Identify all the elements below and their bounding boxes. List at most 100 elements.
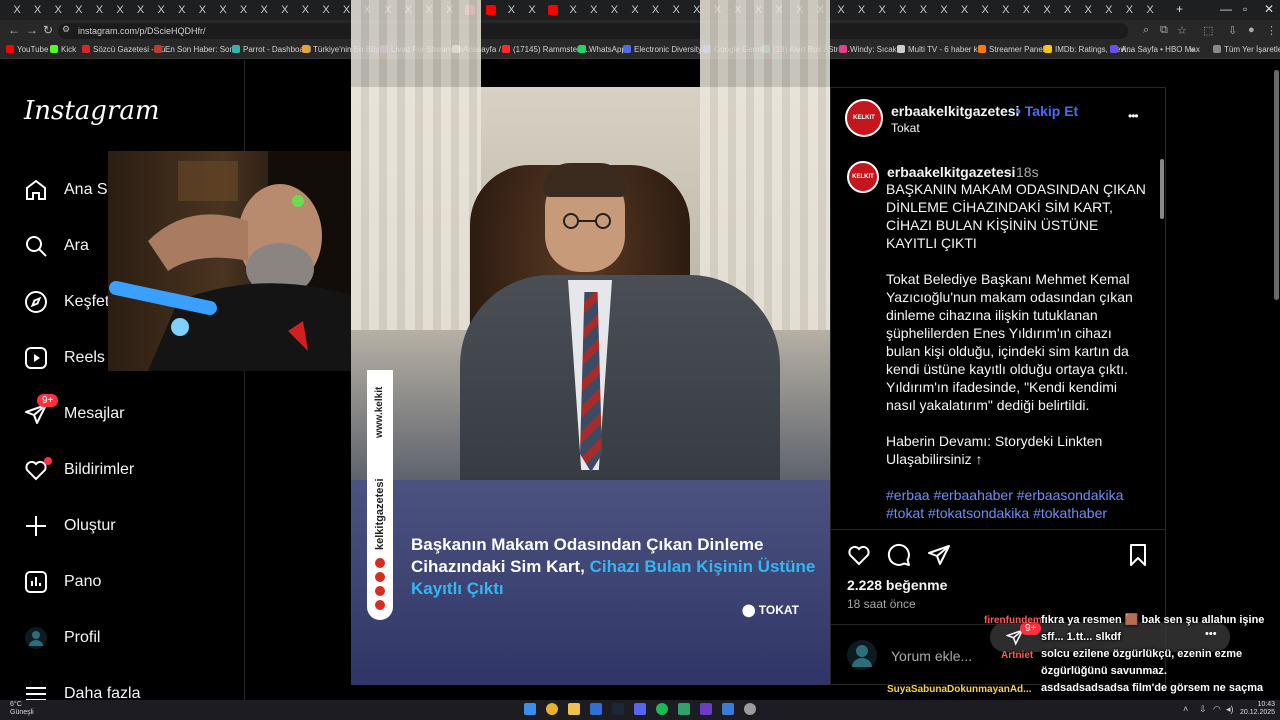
browser-tab[interactable]: X [257,3,271,17]
caption-hashtags[interactable]: #erbaa #erbaahaber #erbaasondakika #toka… [886,486,1146,522]
maximize-icon[interactable]: ▫ [1243,2,1247,16]
site-info-icon[interactable]: ⚙ [62,24,70,35]
browser-tab[interactable]: X [72,3,86,17]
nav-create[interactable]: Oluştur [24,512,116,540]
bookmark-item[interactable]: Kick [50,44,76,56]
page-scrollbar-thumb[interactable] [1274,70,1279,300]
minimize-icon[interactable]: — [1220,2,1232,16]
browser-tab[interactable]: X [999,3,1013,17]
bookmark-item[interactable]: Ana Sayfa • HBO Max [1110,44,1200,56]
bookmark-item[interactable]: Electronic Diversity... [623,44,708,56]
app-icon-4[interactable] [722,703,734,715]
browser-tab[interactable]: X [1143,3,1157,17]
comment-input[interactable]: Yorum ekle... [891,648,972,664]
install-icon[interactable]: ⧉ [1160,24,1168,37]
browser-tab[interactable]: X [566,3,580,17]
tray-chevron-icon[interactable]: ˄ [1183,704,1188,714]
share-icon[interactable] [927,543,951,572]
extensions-icon[interactable]: ⬚ [1203,24,1213,37]
obs-icon[interactable] [744,703,756,715]
caption-username[interactable]: erbaakelkitgazetesi [887,164,1015,180]
browser-tab[interactable]: X [1081,3,1095,17]
discord-icon[interactable] [634,703,646,715]
bookmark-item[interactable]: Multi TV - 6 haber k... [897,44,984,56]
back-icon[interactable]: ← [8,23,20,37]
bookmarks-overflow-icon[interactable]: » [1190,44,1194,56]
weather-widget[interactable]: 6°C Güneşli [10,701,34,717]
browser-tab[interactable]: X [834,3,848,17]
browser-tab[interactable]: X [958,3,972,17]
browser-tab[interactable]: X [134,3,148,17]
forward-icon[interactable]: → [26,23,38,37]
nav-notifications[interactable]: Bildirimler [24,456,134,484]
browser-tab[interactable]: X [525,3,539,17]
profile-icon[interactable]: ● [1248,24,1255,36]
caption-avatar[interactable]: KELKIT [847,161,879,193]
bookmark-item[interactable]: Windy: Sıcaklık [839,44,905,56]
url-field[interactable]: instagram.com/p/DScieHQDHfr/ [58,23,1128,39]
reload-icon[interactable]: ↻ [43,23,53,37]
bookmark-item[interactable]: WhatsApp [578,44,626,56]
browser-tab[interactable]: X [1122,3,1136,17]
bookmark-item[interactable]: YouTube [6,44,48,56]
browser-tab[interactable]: X [31,3,45,17]
spotify-icon[interactable] [656,703,668,715]
likes-count[interactable]: 2.228 beğenme [847,577,947,593]
app-icon[interactable] [590,703,602,715]
file-explorer-icon[interactable] [568,703,580,715]
author-avatar[interactable]: KELKIT [845,99,883,137]
bookmark-item[interactable]: Streamer Panel [978,44,1045,56]
browser-tab[interactable]: X [937,3,951,17]
browser-tab[interactable]: X [298,3,312,17]
browser-tab[interactable]: X [649,3,663,17]
save-bookmark-icon[interactable] [1126,543,1150,572]
browser-tab[interactable]: X [195,3,209,17]
start-icon[interactable] [524,703,536,715]
browser-tab[interactable]: X [10,3,24,17]
browser-tab[interactable]: X [1102,3,1116,17]
nav-reels[interactable]: Reels [24,344,105,372]
close-window-icon[interactable]: ✕ [1264,2,1274,16]
chrome-icon[interactable] [546,703,558,715]
system-clock[interactable]: 10:43 20.12.2025 [1240,701,1275,717]
volume-icon[interactable]: ◂) [1226,704,1234,715]
nav-messages[interactable]: 9+ Mesajlar [24,394,124,428]
zoom-icon[interactable]: ⌕ [1143,24,1149,37]
browser-tab[interactable]: X [1061,3,1075,17]
post-location[interactable]: Tokat [891,121,920,135]
caption-scrollbar[interactable] [1159,151,1165,529]
browser-tab[interactable]: X [587,3,601,17]
app-icon-2[interactable] [678,703,690,715]
steam-icon[interactable] [612,703,624,715]
browser-tab[interactable]: X [1040,3,1054,17]
page-scrollbar[interactable] [1273,60,1280,700]
comment-icon[interactable] [887,543,911,572]
browser-tab[interactable]: X [92,3,106,17]
wifi-icon[interactable]: ◠ [1213,704,1221,715]
browser-tab[interactable]: X [1019,3,1033,17]
bookmark-item[interactable]: En Son Haber: Son... [154,44,241,56]
browser-tab[interactable]: X [855,3,869,17]
like-icon[interactable] [847,543,871,572]
browser-tab[interactable]: X [896,3,910,17]
instagram-logo[interactable]: Instagram [24,96,160,126]
browser-menu-icon[interactable]: ⋮ [1266,24,1277,37]
browser-tab[interactable]: X [113,3,127,17]
browser-tab[interactable]: X [51,3,65,17]
browser-tab[interactable]: X [278,3,292,17]
browser-tab[interactable]: X [978,3,992,17]
browser-tab[interactable]: X [175,3,189,17]
more-options-icon[interactable]: ••• [1128,109,1139,123]
nav-explore[interactable]: Keşfet [24,288,109,316]
browser-tab[interactable]: X [154,3,168,17]
browser-tab[interactable]: X [669,3,683,17]
nav-profile[interactable]: Profil [24,624,100,652]
bookmark-item[interactable]: Tüm Yer İşaretleri [1213,44,1280,56]
browser-tab[interactable]: X [237,3,251,17]
browser-tab[interactable]: X [504,3,518,17]
tray-download-icon[interactable]: ⇩ [1199,704,1207,715]
bookmark-item[interactable]: (17145) Rammstein... [502,44,590,56]
browser-tab[interactable]: X [319,3,333,17]
browser-tab[interactable]: X [216,3,230,17]
nav-search[interactable]: Ara [24,232,89,260]
